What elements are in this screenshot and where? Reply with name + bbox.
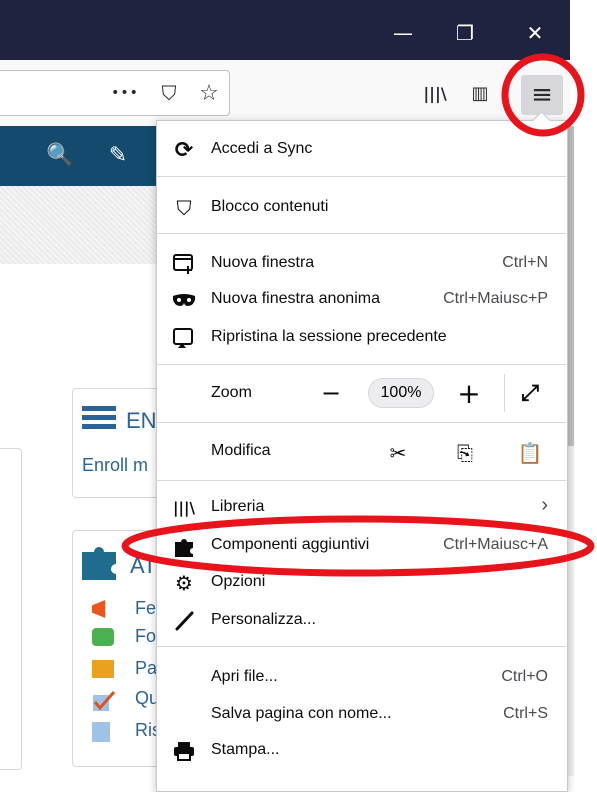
- annotation-ellipse-addons: [121, 515, 595, 577]
- annotation-overlay: [121, 53, 595, 577]
- annotation-circle-menu-button: [501, 53, 585, 137]
